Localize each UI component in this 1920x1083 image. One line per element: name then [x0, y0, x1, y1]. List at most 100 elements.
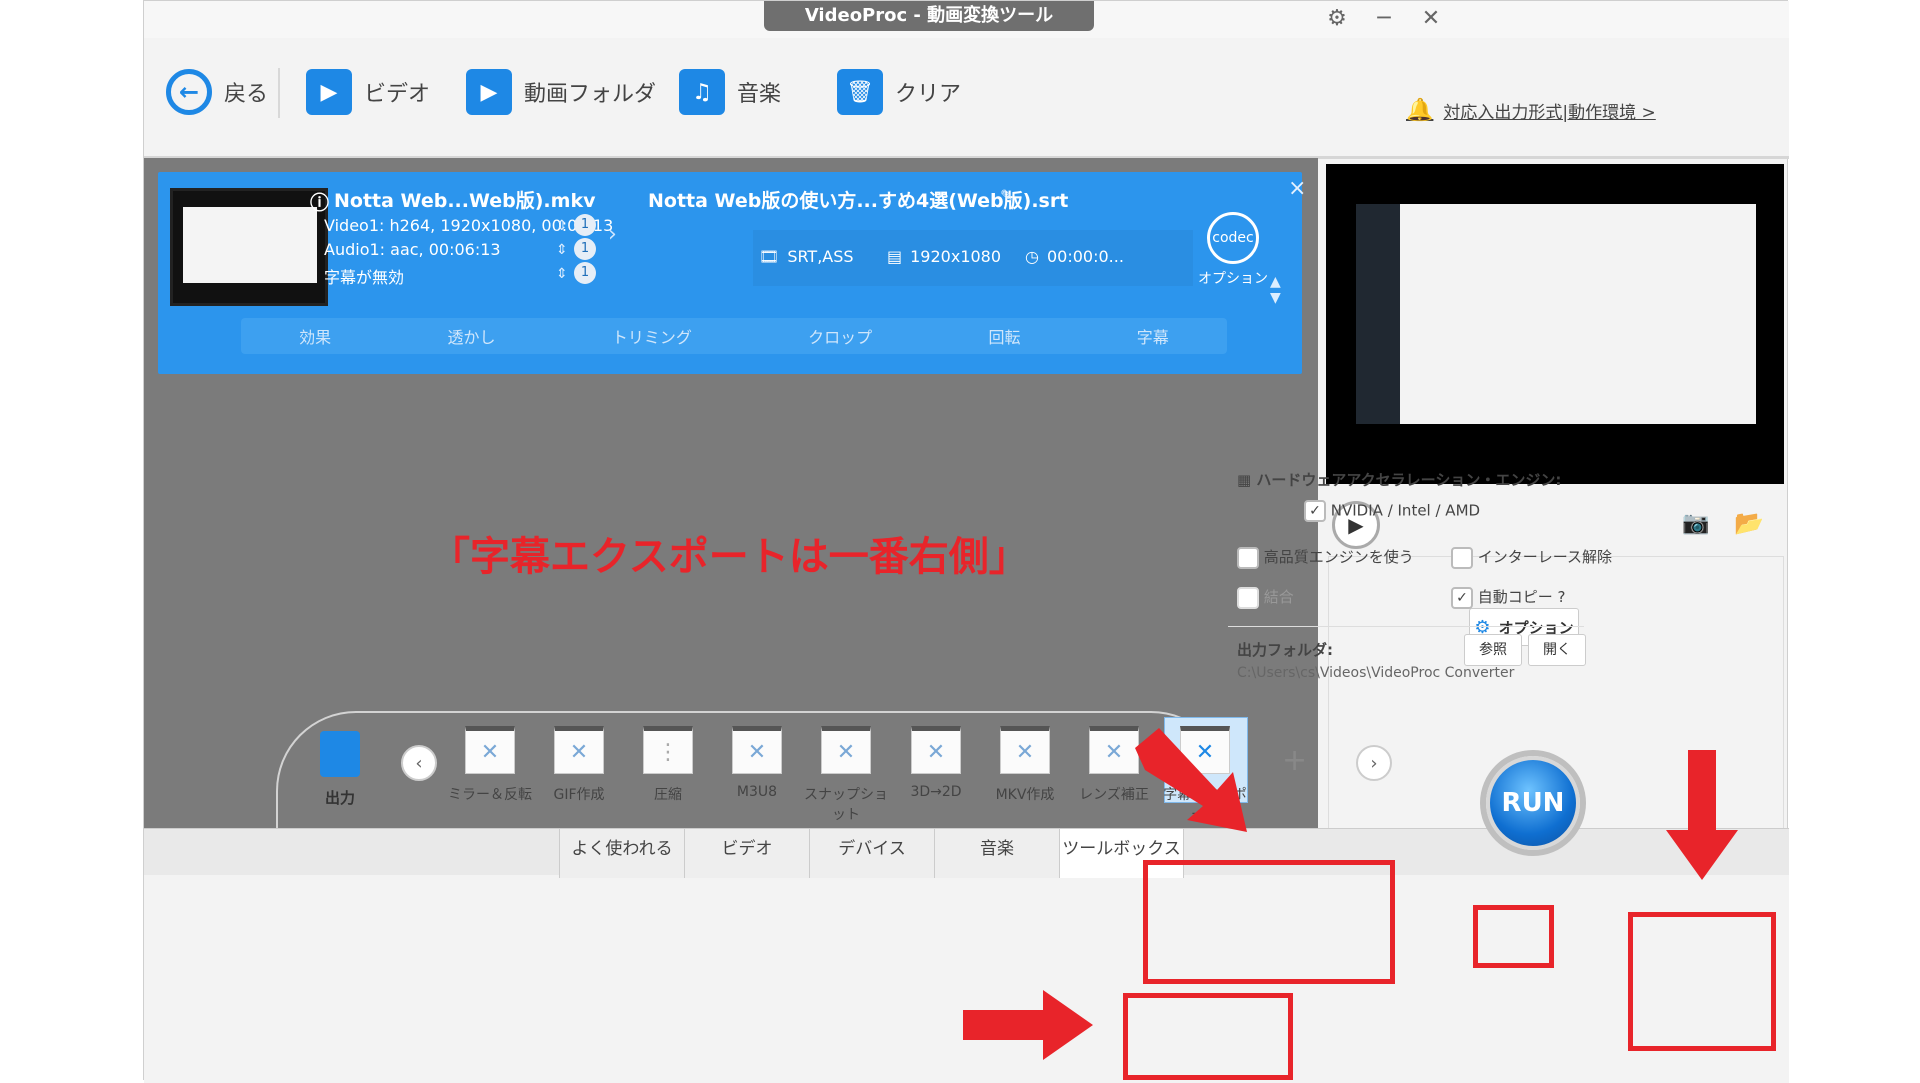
- subtitle-button[interactable]: 字幕: [1137, 324, 1169, 348]
- codec-option-label: オプション: [1198, 271, 1268, 287]
- bell-icon: 🔔: [1406, 98, 1434, 123]
- hq-engine-label: 高品質エンジンを使う: [1263, 548, 1414, 566]
- folder-icon[interactable]: 📂: [1734, 509, 1764, 537]
- hw-vendor-option[interactable]: ✓ NVIDIA / Intel / AMD: [1304, 500, 1480, 522]
- output-button[interactable]: 出力: [312, 731, 368, 808]
- tool-gif-maker[interactable]: ✕ GIF作成: [536, 726, 622, 804]
- tool-label: ミラー＆反転: [448, 787, 532, 803]
- video-track-stepper[interactable]: ⇕: [556, 218, 568, 234]
- source-file-name: Notta Web...Web版).mkv: [334, 190, 596, 212]
- back-label: 戻る: [224, 82, 269, 107]
- clear-button[interactable]: 🗑 クリア: [837, 68, 961, 116]
- edit-toolbar: 効果 透かし トリミング クロップ 回転 字幕: [241, 318, 1227, 354]
- merge-checkbox[interactable]: [1237, 586, 1259, 609]
- output-folder-label: 出力フォルダ:: [1237, 641, 1333, 659]
- preview-sidebar: [1356, 204, 1400, 424]
- hq-engine-checkbox[interactable]: [1237, 546, 1259, 569]
- autocopy-checkbox[interactable]: ✓: [1451, 586, 1473, 609]
- tab-device[interactable]: デバイス: [809, 828, 934, 878]
- wrench-icon: ✕: [1000, 726, 1050, 774]
- remove-file-button[interactable]: ×: [1288, 176, 1306, 201]
- tab-music[interactable]: 音楽: [934, 828, 1059, 878]
- add-tool-button[interactable]: +: [1282, 743, 1307, 778]
- autocopy-option[interactable]: ✓ 自動コピー ?: [1451, 586, 1566, 609]
- hq-engine-option[interactable]: 高品質エンジンを使う: [1237, 546, 1414, 569]
- back-arrow-icon: ←: [166, 69, 212, 115]
- tool-mirror-flip[interactable]: ✕ ミラー＆反転: [447, 726, 533, 804]
- audio-track-stepper[interactable]: ⇕: [556, 242, 568, 258]
- merge-option[interactable]: 結合: [1237, 586, 1294, 609]
- wrench-icon: ✕: [732, 726, 782, 774]
- output-format: 🎞 SRT,ASS: [759, 247, 854, 266]
- video-track-count: 1: [574, 214, 596, 236]
- highlight-box-next-arrow: [1473, 905, 1554, 968]
- info-icon: ⓘ: [310, 192, 330, 214]
- video-thumbnail: [170, 188, 328, 306]
- tab-popular[interactable]: よく使われる: [559, 828, 684, 878]
- wrench-icon: ✕: [911, 726, 961, 774]
- output-info-panel[interactable]: 🎞 SRT,ASS ▤ 1920x1080 ◷ 00:00:0...: [753, 230, 1193, 286]
- toolbar: ← 戻る ▶ ビデオ ▶ 動画フォルダ ♫ 音楽 🗑 クリア 🔔 対応入出力形式…: [144, 38, 1789, 159]
- formats-link-label: 対応入出力形式|動作環境 >: [1443, 103, 1656, 123]
- red-arrow-diagonal: [1135, 728, 1247, 832]
- camera-icon[interactable]: 📷: [1682, 511, 1709, 536]
- add-music-button[interactable]: ♫ 音楽: [679, 68, 781, 116]
- back-button[interactable]: ← 戻る: [166, 68, 268, 116]
- annotation-text: 「字幕エクスポートは一番右側」: [430, 534, 1029, 580]
- scroll-left-button[interactable]: ‹: [401, 745, 437, 781]
- resolution-icon: ▤: [887, 247, 903, 266]
- tool-label: GIF作成: [553, 787, 605, 803]
- hw-vendor-label: NVIDIA / Intel / AMD: [1330, 501, 1481, 520]
- deinterlace-label: インターレース解除: [1477, 548, 1613, 566]
- output-format-label: SRT,ASS: [787, 247, 854, 266]
- wrench-icon: ✕: [821, 726, 871, 774]
- add-video-folder-button[interactable]: ▶ 動画フォルダ: [466, 68, 656, 116]
- window-title: VideoProc - 動画変換ツール: [764, 1, 1094, 31]
- scroll-right-button[interactable]: ›: [1356, 745, 1392, 781]
- codec-option-button[interactable]: codec オプション: [1198, 212, 1268, 288]
- gear-icon[interactable]: ⚙: [1322, 6, 1352, 31]
- formats-link[interactable]: 🔔 対応入出力形式|動作環境 >: [1406, 98, 1656, 123]
- tool-label: MKV作成: [995, 787, 1055, 803]
- run-button[interactable]: RUN: [1486, 756, 1580, 850]
- watermark-button[interactable]: 透かし: [447, 324, 495, 348]
- tool-compress[interactable]: ⋮ 圧縮: [625, 726, 711, 804]
- deinterlace-checkbox[interactable]: [1451, 546, 1473, 569]
- close-window-button[interactable]: ✕: [1416, 6, 1446, 31]
- effects-button[interactable]: 効果: [299, 324, 331, 348]
- tool-m3u8[interactable]: ✕ M3U8: [714, 726, 800, 800]
- highlight-box-subtitle-export: [1143, 860, 1395, 984]
- output-path: C:\Users\cs\Videos\VideoProc Converter: [1237, 665, 1515, 681]
- hw-vendor-checkbox[interactable]: ✓: [1304, 500, 1326, 522]
- tab-video[interactable]: ビデオ: [684, 828, 809, 878]
- zipper-icon: ⋮: [643, 726, 693, 774]
- audio-track: Audio1: aac, 00:06:13: [324, 240, 501, 259]
- output-label: 出力: [324, 789, 355, 807]
- tool-snapshot[interactable]: ✕ スナップショット: [803, 726, 889, 824]
- minimize-button[interactable]: ─: [1369, 6, 1399, 31]
- hw-accel-title: ▦ ハードウェアアクセラレーション・エンジン:: [1237, 469, 1561, 490]
- file-card[interactable]: ⓘ Notta Web...Web版).mkv Video1: h264, 19…: [158, 172, 1306, 374]
- pencil-icon[interactable]: ✎: [1000, 186, 1013, 205]
- crop-button[interactable]: クロップ: [808, 324, 872, 348]
- card-scroll-arrows[interactable]: ▲ ▼: [1270, 274, 1281, 306]
- trash-icon: 🗑: [837, 69, 883, 115]
- autocopy-label: 自動コピー ?: [1477, 588, 1566, 606]
- clear-label: クリア: [895, 82, 962, 107]
- tool-label: 3D→2D: [910, 784, 962, 800]
- deinterlace-option[interactable]: インターレース解除: [1451, 546, 1612, 569]
- trim-button[interactable]: トリミング: [612, 324, 692, 348]
- chip-icon: ▦: [1237, 471, 1257, 489]
- music-add-icon: ♫: [679, 69, 725, 115]
- tool-3d-to-2d[interactable]: ✕ 3D→2D: [893, 726, 979, 800]
- output-resolution-label: 1920x1080: [910, 247, 1002, 266]
- add-video-button[interactable]: ▶ ビデオ: [306, 68, 430, 116]
- browse-button[interactable]: 参照: [1464, 634, 1522, 666]
- rotate-button[interactable]: 回転: [988, 324, 1020, 348]
- open-button[interactable]: 開く: [1528, 634, 1586, 666]
- hw-accel-title-label: ハードウェアアクセラレーション・エンジン:: [1256, 471, 1562, 489]
- video-label: ビデオ: [364, 82, 431, 107]
- tool-mkv-maker[interactable]: ✕ MKV作成: [982, 726, 1068, 804]
- subtitle-track-stepper[interactable]: ⇕: [556, 266, 568, 282]
- audio-track-count: 1: [574, 238, 596, 260]
